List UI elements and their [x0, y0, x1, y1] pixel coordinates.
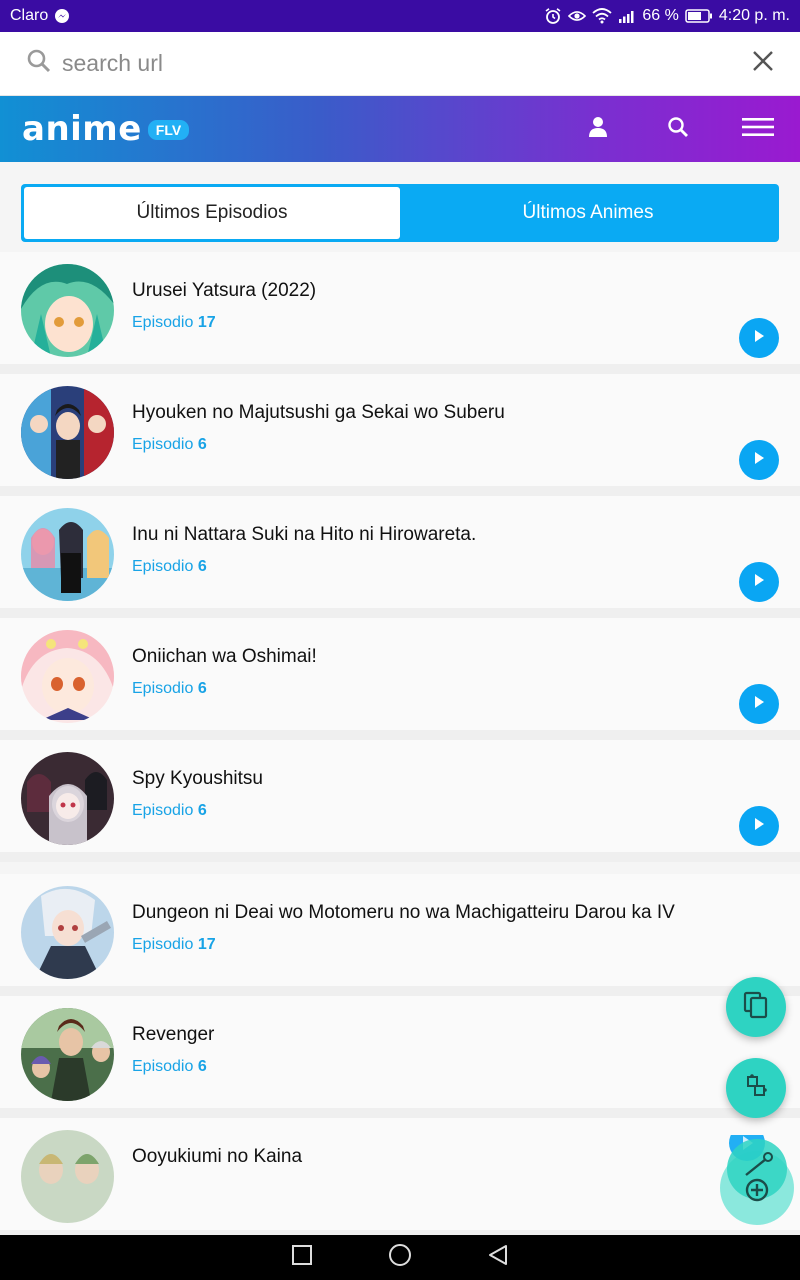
play-button[interactable]: [739, 684, 779, 724]
avatar: [21, 264, 114, 357]
episode-title: Ooyukiumi no Kaina: [132, 1146, 303, 1167]
avatar: [21, 886, 114, 979]
user-button[interactable]: [578, 109, 618, 149]
logo-badge: FLV: [147, 120, 190, 140]
episode-label: Episodio 17: [132, 936, 216, 954]
play-icon: [752, 573, 766, 592]
list-item[interactable]: Dungeon ni Deai wo Motomeru no wa Machig…: [0, 874, 800, 996]
list-item[interactable]: Hyouken no Majutsushi ga Sekai wo Suberu…: [0, 374, 800, 496]
status-left: Claro: [10, 7, 70, 25]
episode-number: 17: [197, 314, 216, 331]
logo-text: anime: [22, 109, 142, 149]
status-bar: Claro 66 % 4:20 p. m.: [0, 0, 800, 32]
list-item[interactable]: Spy Kyoushitsu Episodio 6: [0, 740, 800, 862]
episode-title: Urusei Yatsura (2022): [132, 280, 317, 301]
copy-fab[interactable]: [726, 977, 786, 1037]
episode-label: Episodio 6: [132, 558, 207, 576]
android-nav-bar: [0, 1235, 800, 1280]
home-button[interactable]: [387, 1243, 413, 1272]
avatar: [21, 386, 114, 479]
menu-icon: [742, 117, 774, 142]
episode-label: Episodio 6: [132, 436, 207, 454]
episode-label-text: Episodio: [132, 314, 194, 331]
tabs: Últimos Episodios Últimos Animes: [21, 184, 779, 242]
play-icon: [752, 817, 766, 836]
header-search-button[interactable]: [658, 109, 698, 149]
list-item[interactable]: Oniichan wa Oshimai! Episodio 6: [0, 618, 800, 740]
episode-title: Revenger: [132, 1024, 215, 1045]
episode-list: Urusei Yatsura (2022) Episodio 17 Hyouke…: [0, 252, 800, 1235]
episode-label: Episodio 6: [132, 1058, 207, 1076]
episode-number: 17: [197, 936, 216, 953]
logo[interactable]: anime FLV: [22, 109, 190, 149]
play-icon: [752, 695, 766, 714]
url-bar: [0, 32, 800, 96]
puzzle-icon: [745, 1073, 767, 1103]
list-item[interactable]: Inu ni Nattara Suki na Hito ni Hirowaret…: [0, 496, 800, 618]
list-item[interactable]: Ooyukiumi no Kaina: [0, 1118, 800, 1235]
episode-title: Oniichan wa Oshimai!: [132, 646, 317, 667]
clock: 4:20 p. m.: [718, 7, 790, 24]
header-actions: [578, 109, 778, 149]
episode-label: Episodio 6: [132, 802, 207, 820]
eye-icon: [568, 9, 587, 23]
list-item[interactable]: Urusei Yatsura (2022) Episodio 17: [0, 252, 800, 374]
episode-label-text: Episodio: [132, 436, 194, 453]
episode-label: Episodio 17: [132, 314, 216, 332]
episode-number: 6: [197, 436, 207, 453]
search-icon: [26, 48, 52, 79]
episode-label-text: Episodio: [132, 680, 194, 697]
avatar: [21, 752, 114, 845]
status-right: 66 % 4:20 p. m.: [544, 7, 790, 25]
back-button[interactable]: [485, 1245, 511, 1271]
episode-title: Spy Kyoushitsu: [132, 768, 263, 789]
avatar: [21, 1008, 114, 1101]
circle-icon: [388, 1243, 412, 1272]
wifi-icon: [592, 8, 612, 24]
play-button[interactable]: [739, 806, 779, 846]
play-button[interactable]: [739, 318, 779, 358]
episode-number: 6: [197, 558, 207, 575]
back-triangle-icon: [487, 1244, 509, 1271]
play-icon: [752, 451, 766, 470]
tab-latest-animes[interactable]: Últimos Animes: [400, 187, 776, 239]
copy-icon: [743, 991, 769, 1024]
tab-latest-episodes[interactable]: Últimos Episodios: [24, 187, 400, 239]
recent-apps-button[interactable]: [289, 1245, 315, 1271]
extension-fab[interactable]: [726, 1058, 786, 1118]
battery-percent: 66 %: [642, 7, 679, 24]
avatar: [21, 508, 114, 601]
close-icon[interactable]: [752, 50, 774, 77]
search-icon: [667, 116, 689, 143]
episode-label-text: Episodio: [132, 558, 194, 575]
menu-button[interactable]: [738, 109, 778, 149]
play-button[interactable]: [739, 440, 779, 480]
episode-label-text: Episodio: [132, 936, 194, 953]
episode-title: Inu ni Nattara Suki na Hito ni Hirowaret…: [132, 524, 477, 545]
messenger-icon: [54, 8, 70, 24]
episode-title: Dungeon ni Deai wo Motomeru no wa Machig…: [132, 902, 675, 923]
episode-title: Hyouken no Majutsushi ga Sekai wo Suberu: [132, 402, 505, 423]
episode-number: 6: [197, 1058, 207, 1075]
user-icon: [588, 116, 608, 143]
avatar: [21, 1130, 114, 1223]
carrier-label: Claro: [10, 7, 49, 24]
episode-number: 6: [197, 802, 207, 819]
battery-icon: [685, 9, 713, 23]
signal-icon: [618, 9, 636, 23]
avatar: [21, 630, 114, 723]
alarm-icon: [544, 7, 562, 25]
episode-label-text: Episodio: [132, 802, 194, 819]
episode-label: Episodio 6: [132, 680, 207, 698]
episode-number: 6: [197, 680, 207, 697]
square-icon: [292, 1245, 312, 1270]
app-header: anime FLV: [0, 96, 800, 162]
play-button[interactable]: [739, 562, 779, 602]
url-search-input[interactable]: [62, 50, 752, 77]
play-icon: [752, 329, 766, 348]
list-item[interactable]: Revenger Episodio 6: [0, 996, 800, 1118]
episode-label-text: Episodio: [132, 1058, 194, 1075]
tools-fab-group[interactable]: [720, 1125, 794, 1225]
